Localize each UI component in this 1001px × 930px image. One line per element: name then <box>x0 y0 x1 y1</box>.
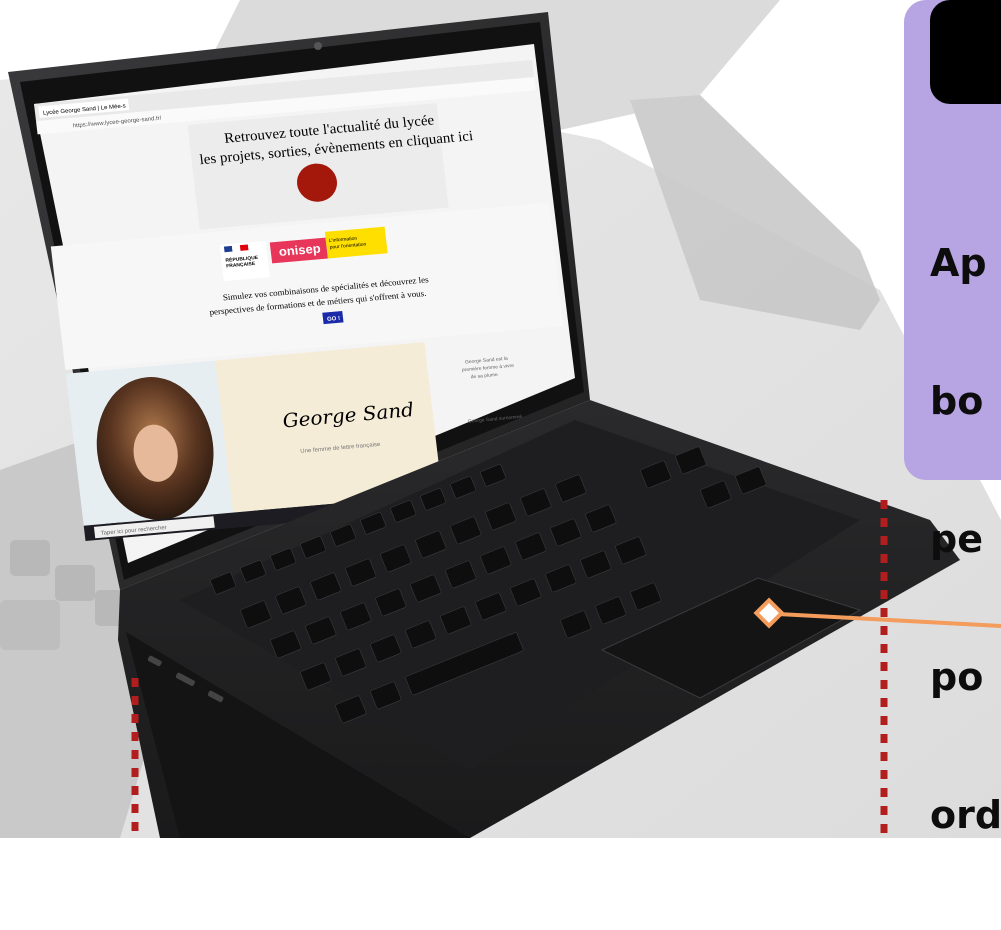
george-sand-signature: George Sand <box>281 398 415 432</box>
onisep-tagline2: pour l'orientation <box>329 242 367 251</box>
side-note2: George Sand surnommé <box>468 414 523 425</box>
callout-line: ord <box>930 793 1001 837</box>
onisep-tagline1: L'information <box>329 236 358 244</box>
laptop-illustration: Lycée George Sand | Le Mée-s https://www… <box>0 0 1001 838</box>
callout-line: bo <box>930 379 984 423</box>
onisep-logo-text: onisep <box>278 241 322 259</box>
dotted-guides <box>131 500 888 838</box>
simulate-line1: Simulez vos combinaisons de spécialités … <box>222 274 429 302</box>
callout-line: pe <box>930 517 983 561</box>
republique-line2: FRANÇAISE <box>226 261 256 269</box>
go-button[interactable] <box>322 310 344 325</box>
browser-tab-title[interactable]: Lycée George Sand | Le Mée-s <box>43 104 126 117</box>
side-note1-line3: de sa plume <box>470 372 498 380</box>
url-bar[interactable]: https://www.lycee-george-sand.fr/ <box>73 116 163 130</box>
callout-text: Ap bo pe po ord <box>930 148 1001 930</box>
george-sand-caption: Une femme de lettre française <box>300 442 381 455</box>
side-note1-line1: George Sand est la <box>465 356 509 366</box>
callout-title-tab <box>930 0 1001 104</box>
keyboard[interactable] <box>210 446 767 724</box>
callout-line: po <box>930 655 984 699</box>
news-line1: Retrouvez toute l'actualité du lycée <box>223 113 435 147</box>
republique-line1: RÉPUBLIQUE <box>225 253 259 264</box>
news-button[interactable] <box>295 162 339 204</box>
simulate-line2: perspectives de formations et de métiers… <box>209 288 427 317</box>
onisep-logo[interactable] <box>269 237 328 264</box>
touchpad[interactable] <box>600 577 862 699</box>
laptop-lid <box>8 12 590 590</box>
taskbar-weather: 10°C Ensoleillé <box>487 493 528 502</box>
laptop-base <box>118 400 960 838</box>
display-content: Lycée George Sand | Le Mée-s https://www… <box>34 59 584 542</box>
news-line2: les projets, sorties, évènements en cliq… <box>199 128 474 168</box>
callout-line: Ap <box>930 241 987 285</box>
side-note1-line2: première femme à vivre <box>462 363 515 373</box>
taskbar-search-placeholder: Taper ici pour rechercher <box>100 525 167 537</box>
background-laptops <box>0 0 1001 838</box>
go-button-label: GO ! <box>327 316 341 323</box>
taskbar-search[interactable] <box>93 516 215 539</box>
portrait-image <box>96 377 214 520</box>
